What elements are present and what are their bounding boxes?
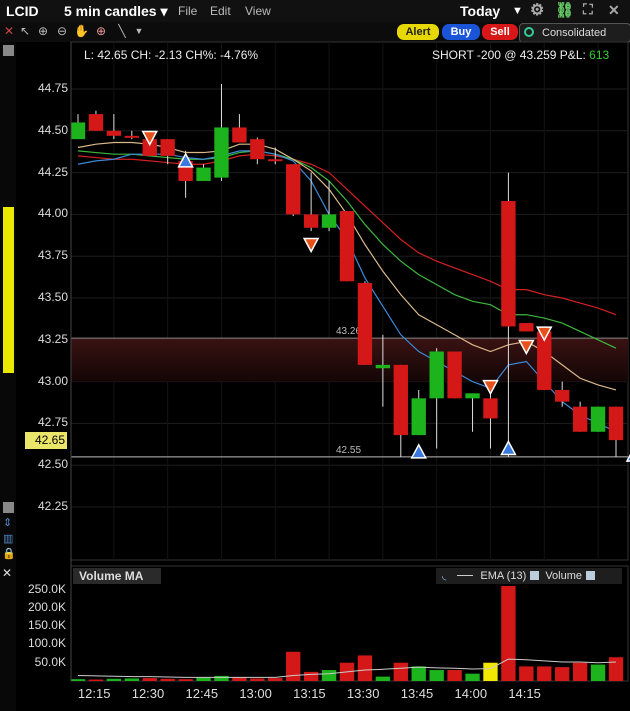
candle-body — [339, 211, 355, 282]
candle-body — [375, 364, 391, 369]
quote-readout: L: 42.65 CH: -2.13 CH%: -4.76% — [84, 48, 259, 62]
time-tick: 14:00 — [454, 686, 488, 701]
price-chart[interactable]: 43.26 42.55 — [0, 0, 630, 711]
price-tick: 43.25 — [37, 331, 68, 346]
candle-body — [447, 351, 462, 399]
price-tick: 43.50 — [37, 290, 68, 304]
candle-body — [555, 389, 570, 402]
candle-body — [106, 130, 122, 136]
volume-bar — [321, 670, 337, 681]
candle-body — [357, 282, 373, 365]
volume-bar — [88, 679, 104, 681]
time-tick: 14:15 — [508, 686, 541, 701]
candle-body — [250, 139, 265, 160]
time-tick: 13:15 — [293, 686, 326, 701]
volume-bar — [429, 670, 444, 681]
price-tick: 44.25 — [37, 164, 68, 179]
volume-bar — [411, 666, 426, 681]
candle-body — [572, 406, 588, 432]
candle-body — [303, 214, 319, 228]
volume-bar — [303, 671, 319, 681]
legend-ema: EMA (13) — [480, 570, 527, 582]
volume-bar — [393, 662, 408, 681]
candle-body — [321, 214, 337, 228]
pnl-value: 613 — [589, 48, 610, 62]
volume-bar — [590, 664, 606, 681]
volume-tick: 100.0K — [27, 636, 66, 651]
candle-body — [608, 406, 624, 441]
volume-tick: 200.0K — [27, 599, 66, 614]
price-tick: 43.00 — [37, 373, 68, 388]
volume-bar — [501, 586, 516, 681]
level-label-lower: 42.55 — [336, 445, 361, 456]
volume-bar — [357, 655, 373, 681]
volume-tick: 150.0K — [27, 618, 66, 633]
volume-bar — [375, 676, 391, 681]
time-tick: 12:45 — [185, 686, 219, 701]
volume-bar — [124, 678, 139, 681]
volume-bar — [555, 667, 570, 681]
volume-bar — [519, 666, 534, 681]
volume-bar — [142, 678, 157, 681]
last-price-badge: 42.65 — [25, 432, 67, 449]
time-tick: 12:15 — [77, 686, 111, 701]
volume-bar — [572, 662, 588, 681]
volume-bar — [465, 673, 480, 681]
price-tick: 42.25 — [37, 499, 68, 513]
volume-bar — [268, 678, 283, 681]
ema-checkbox[interactable] — [530, 571, 540, 580]
candle-body — [590, 406, 606, 432]
time-tick: 12:30 — [131, 686, 165, 701]
candle-body — [196, 167, 211, 181]
volume-bar — [286, 651, 301, 681]
time-tick: 13:30 — [346, 686, 380, 701]
legend-volume: Volume — [545, 570, 583, 582]
legend-settings-icon[interactable]: ◟ — [442, 570, 446, 582]
candle-body — [268, 159, 283, 162]
volume-bar — [196, 677, 211, 681]
ema-line-swatch — [457, 575, 474, 576]
volume-bar — [232, 677, 247, 681]
candle-body — [70, 122, 86, 140]
candle-body — [160, 139, 175, 156]
candle-body — [393, 364, 408, 436]
volume-bar — [160, 678, 175, 681]
candle-body — [465, 393, 480, 399]
candle-body — [88, 114, 104, 131]
level-label-upper: 43.26 — [336, 326, 361, 337]
price-tick: 44.50 — [37, 122, 68, 137]
volume-bar — [608, 657, 624, 681]
candle-body — [501, 201, 516, 327]
volume-bar — [447, 670, 462, 681]
position-readout: SHORT -200 @ 43.259 P&L: 613 — [432, 48, 609, 62]
volume-tick: 50.0K — [34, 654, 66, 669]
price-tick: 42.75 — [37, 415, 68, 430]
volume-pane-title: Volume MA — [73, 568, 161, 584]
candle-body — [429, 351, 444, 399]
volume-bar — [106, 678, 122, 681]
candle-body — [214, 127, 229, 178]
candle-body — [483, 398, 498, 419]
price-tick: 44.75 — [37, 81, 68, 95]
price-tick: 44.00 — [37, 206, 68, 221]
volume-bar — [250, 678, 265, 681]
candle-body — [286, 164, 301, 215]
volume-tick: 250.0K — [27, 581, 66, 596]
candle-body — [411, 398, 426, 436]
volume-bar — [70, 679, 86, 681]
volume-legend: ◟ EMA (13) Volume — [436, 568, 622, 584]
position-text: SHORT -200 @ 43.259 P&L: — [432, 48, 590, 62]
candle-body — [232, 127, 247, 143]
volume-bar — [537, 666, 552, 681]
volume-checkbox[interactable] — [586, 571, 596, 580]
time-tick: 13:45 — [400, 686, 434, 701]
candle-body — [519, 323, 534, 332]
price-tick: 43.75 — [37, 248, 68, 263]
candle-body — [124, 135, 139, 138]
price-tick: 42.50 — [37, 457, 68, 472]
volume-bar — [178, 679, 193, 681]
time-tick: 13:00 — [239, 686, 272, 701]
volume-bar — [214, 675, 229, 681]
